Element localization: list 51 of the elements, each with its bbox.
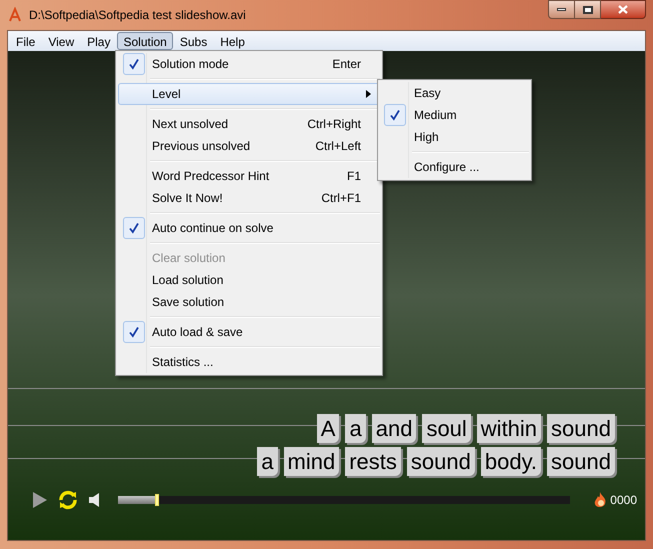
subtitle-word[interactable]: mind [284, 447, 340, 476]
subtitle-word[interactable]: a [257, 447, 278, 476]
app-logo-icon [7, 7, 23, 23]
checkmark-icon [123, 321, 145, 343]
counter-text: 0000 [610, 492, 637, 509]
refresh-icon[interactable] [57, 489, 79, 511]
subtitle-word[interactable]: A [316, 414, 340, 443]
checkmark-icon [384, 104, 406, 126]
menu-item[interactable]: Solution [117, 32, 173, 50]
checkmark-icon [123, 53, 145, 75]
play-icon[interactable] [33, 492, 47, 508]
speaker-icon[interactable] [89, 493, 101, 507]
menu-entry[interactable]: Previous unsolved Ctrl+Left [118, 135, 380, 157]
menu-item[interactable]: Help [214, 32, 251, 50]
subtitle-word[interactable]: body. [480, 447, 542, 476]
subtitle-word[interactable]: soul [422, 414, 471, 443]
menu-entry[interactable]: Easy [380, 82, 529, 104]
subtitle-word[interactable]: a [345, 414, 366, 443]
menu-entry[interactable]: Load solution [118, 269, 380, 291]
seek-bar[interactable] [118, 496, 570, 504]
menu-entry[interactable]: High [380, 126, 529, 148]
menu-entry[interactable]: Save solution [118, 291, 380, 313]
menu-entry[interactable]: Solution mode Enter [118, 53, 380, 75]
subtitle-word[interactable]: rests [345, 447, 401, 476]
menu-item[interactable]: Subs [174, 32, 214, 50]
menu-entry[interactable]: Level [118, 83, 380, 105]
menu-entry[interactable]: Auto load & save [118, 321, 380, 343]
subtitle-word[interactable]: and [372, 414, 416, 443]
minimize-button[interactable] [548, 0, 575, 19]
close-button[interactable] [601, 0, 646, 19]
menu-item[interactable]: View [42, 32, 80, 50]
subtitle-word[interactable]: sound [547, 447, 615, 476]
menu-item[interactable]: Play [81, 32, 116, 50]
flame-icon [593, 492, 608, 508]
menu-entry[interactable]: Next unsolved Ctrl+Right [118, 113, 380, 135]
menu-entry[interactable]: Configure ... [380, 156, 529, 178]
menu-entry[interactable]: Medium [380, 104, 529, 126]
menu-entry[interactable]: Word Predcessor Hint F1 [118, 165, 380, 187]
subtitle-word[interactable]: sound [406, 447, 475, 476]
subtitle-word[interactable]: within [476, 414, 542, 443]
window-title: D:\Softpedia\Softpedia test slideshow.avi [29, 7, 246, 24]
subtitle-word[interactable]: sound [547, 414, 615, 443]
maximize-button[interactable] [575, 0, 601, 19]
close-icon [618, 5, 628, 14]
seek-handle[interactable] [154, 494, 159, 506]
menu-entry[interactable]: Solve It Now! Ctrl+F1 [118, 187, 380, 209]
menu-entry[interactable]: Auto continue on solve [118, 217, 380, 239]
submenu-arrow-icon [366, 90, 371, 98]
checkmark-icon [123, 217, 145, 239]
menu-entry[interactable]: Statistics ... [118, 351, 380, 373]
menu-item[interactable]: File [10, 32, 42, 50]
